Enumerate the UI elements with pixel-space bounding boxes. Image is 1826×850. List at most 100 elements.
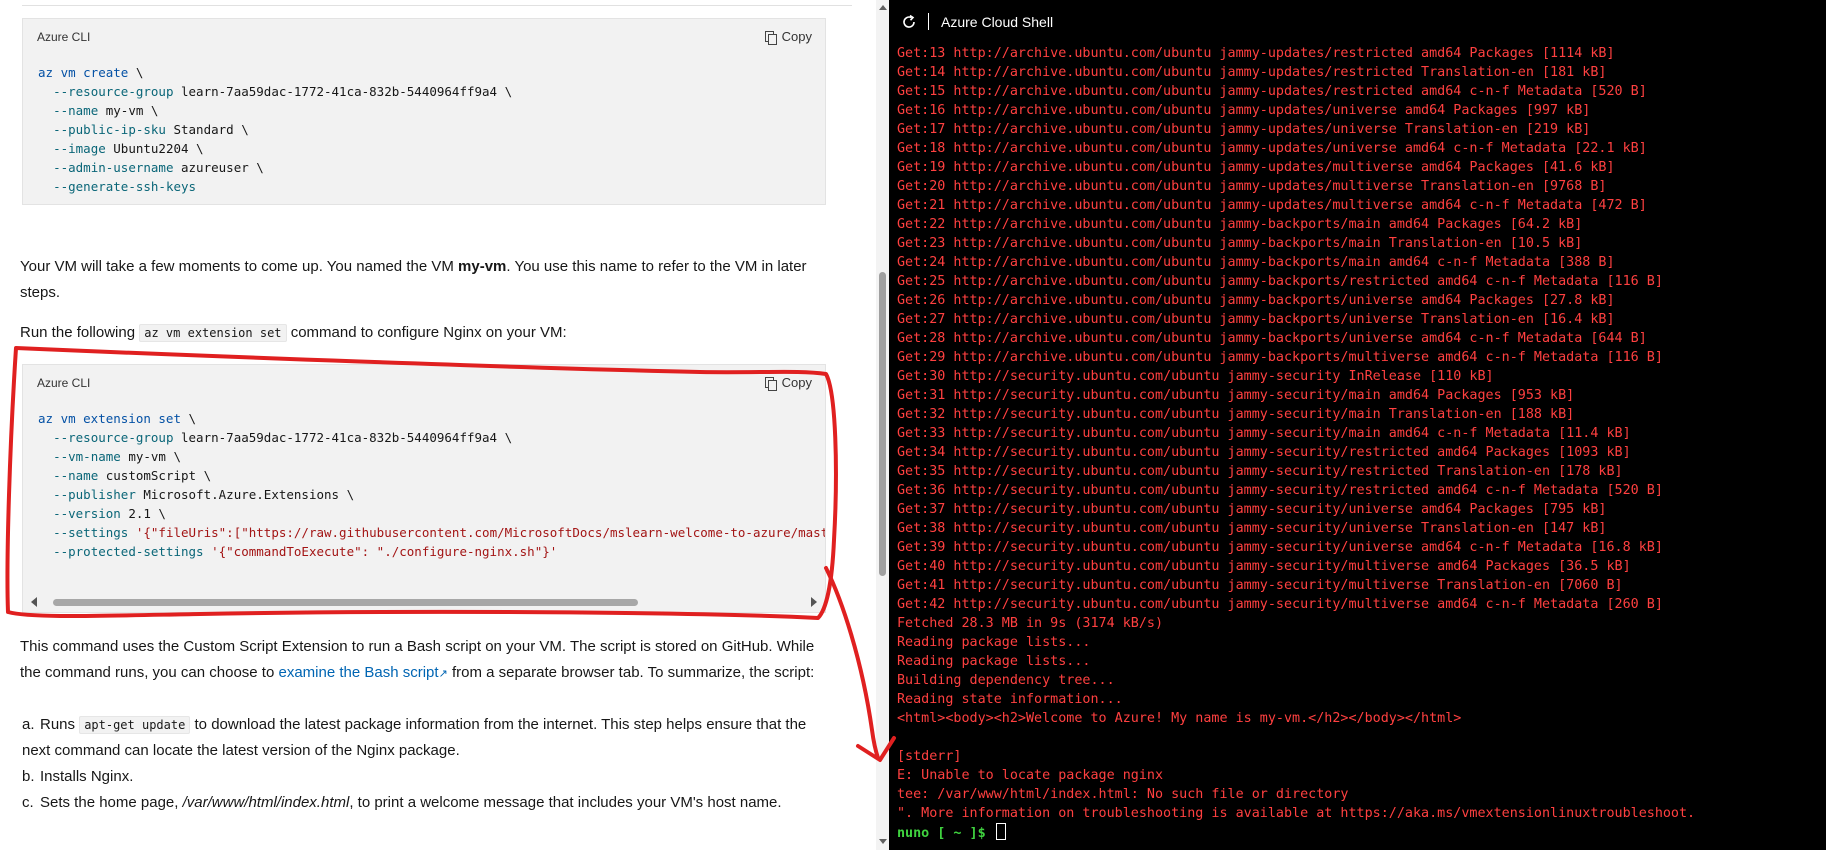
scrollbar-thumb[interactable] (879, 272, 886, 576)
text: Runs (40, 716, 80, 733)
copy-label: Copy (781, 29, 812, 44)
code-block-header: Azure CLI Copy (23, 19, 825, 53)
copy-icon (764, 376, 777, 391)
code-line: --name my-vm \ (53, 103, 159, 118)
list-item: c. Sets the home page, /var/www/html/inde… (22, 790, 832, 816)
code-line: az vm extension set \ (38, 411, 197, 426)
text: Your VM will take a few moments to come … (20, 258, 459, 275)
list-item: a. Runs apt-get update to download the la… (22, 712, 832, 764)
terminal-line: Get:26 http://archive.ubuntu.com/ubuntu … (897, 293, 1615, 308)
scroll-down-icon[interactable] (879, 839, 887, 844)
scroll-up-icon[interactable] (879, 5, 887, 10)
text: Installs Nginx. (40, 768, 134, 785)
text: Run the following (20, 324, 140, 341)
text: , to print a welcome message that includ… (349, 794, 782, 811)
cloud-shell-pane[interactable]: Azure Cloud Shell Get:13 http://archive.… (889, 0, 1826, 850)
terminal-line: Get:22 http://archive.ubuntu.com/ubuntu … (897, 217, 1583, 232)
scroll-left-icon[interactable] (31, 597, 37, 607)
terminal-line: Get:28 http://archive.ubuntu.com/ubuntu … (897, 331, 1647, 346)
vertical-scrollbar[interactable] (876, 0, 889, 850)
divider (22, 5, 852, 6)
terminal-line: Reading package lists... (897, 654, 1091, 669)
scrollbar-thumb[interactable] (53, 599, 638, 606)
terminal-output[interactable]: Get:13 http://archive.ubuntu.com/ubuntu … (897, 44, 1822, 842)
terminal-line: Fetched 28.3 MB in 9s (3174 kB/s) (897, 616, 1164, 631)
restart-icon[interactable] (900, 13, 918, 31)
terminal-line: Get:30 http://security.ubuntu.com/ubuntu… (897, 369, 1494, 384)
copy-button[interactable]: Copy (764, 29, 812, 45)
terminal-line: Get:23 http://archive.ubuntu.com/ubuntu … (897, 236, 1583, 251)
shell-title: Azure Cloud Shell (941, 14, 1054, 30)
terminal-line: Get:15 http://archive.ubuntu.com/ubuntu … (897, 84, 1647, 99)
terminal-line: Get:24 http://archive.ubuntu.com/ubuntu … (897, 255, 1615, 270)
terminal-line: Get:41 http://security.ubuntu.com/ubuntu… (897, 578, 1623, 593)
copy-icon (764, 30, 777, 45)
terminal-line: Get:17 http://archive.ubuntu.com/ubuntu … (897, 122, 1591, 137)
code-line: --public-ip-sku Standard \ (53, 122, 249, 137)
code-block-vm-create: Azure CLI Copy az vm create \ --resource… (22, 18, 826, 205)
paragraph: Your VM will take a few moments to come … (20, 254, 830, 306)
terminal-line: Reading package lists... (897, 635, 1091, 650)
terminal-line: Get:18 http://archive.ubuntu.com/ubuntu … (897, 141, 1647, 156)
docs-pane: Azure CLI Copy az vm create \ --resource… (0, 0, 876, 850)
code-language-label: Azure CLI (37, 30, 91, 44)
copy-label: Copy (781, 375, 812, 390)
terminal-prompt-line[interactable]: nuno [ ~ ]$ (897, 823, 1822, 842)
terminal-line: Get:29 http://archive.ubuntu.com/ubuntu … (897, 350, 1663, 365)
code-language-label: Azure CLI (37, 376, 91, 390)
terminal-line: Get:21 http://archive.ubuntu.com/ubuntu … (897, 198, 1647, 213)
terminal-line: Get:20 http://archive.ubuntu.com/ubuntu … (897, 179, 1607, 194)
code-block-extension-set: Azure CLI Copy az vm extension set \ --r… (22, 364, 826, 613)
terminal-line: Get:42 http://security.ubuntu.com/ubuntu… (897, 597, 1663, 612)
vm-name-bold: my-vm (458, 258, 507, 275)
code-line: --name customScript \ (53, 468, 212, 483)
terminal-line: Get:33 http://security.ubuntu.com/ubuntu… (897, 426, 1631, 441)
text: Sets the home page, (40, 794, 183, 811)
code-line: --vm-name my-vm \ (53, 449, 182, 464)
text: from a separate browser tab. To summariz… (447, 664, 815, 681)
text: command to configure Nginx on your VM: (286, 324, 567, 341)
inline-code: apt-get update (79, 716, 191, 734)
path-italic: /var/www/html/index.html (182, 794, 350, 811)
separator (928, 13, 929, 30)
code-line: --version 2.1 \ (53, 506, 166, 521)
terminal-line: Get:40 http://security.ubuntu.com/ubuntu… (897, 559, 1631, 574)
paragraph: Run the following az vm extension set co… (20, 320, 830, 346)
paragraph: This command uses the Custom Script Exte… (20, 634, 830, 687)
code-line: --settings '{"fileUris":["https://raw.gi… (53, 525, 825, 540)
list-marker: b. (22, 768, 35, 785)
terminal-line: Get:37 http://security.ubuntu.com/ubuntu… (897, 502, 1607, 517)
terminal-line: Get:14 http://archive.ubuntu.com/ubuntu … (897, 65, 1607, 80)
terminal-line: Get:36 http://security.ubuntu.com/ubuntu… (897, 483, 1663, 498)
cloud-shell-header: Azure Cloud Shell (889, 0, 1826, 44)
terminal-line: Get:13 http://archive.ubuntu.com/ubuntu … (897, 46, 1615, 61)
terminal-line: <html><body><h2>Welcome to Azure! My nam… (897, 711, 1462, 726)
code-line: --admin-username azureuser \ (53, 160, 264, 175)
terminal-line: Get:39 http://security.ubuntu.com/ubuntu… (897, 540, 1663, 555)
scroll-right-icon[interactable] (811, 597, 817, 607)
code-line: --resource-group learn-7aa59dac-1772-41c… (53, 430, 513, 445)
code-content[interactable]: az vm create \ --resource-group learn-7a… (23, 53, 825, 196)
horizontal-scrollbar[interactable] (31, 596, 817, 608)
copy-button[interactable]: Copy (764, 375, 812, 391)
shell-prompt: nuno [ ~ ]$ (897, 826, 994, 841)
bash-script-link[interactable]: examine the Bash script (278, 664, 438, 681)
terminal-line: Get:19 http://archive.ubuntu.com/ubuntu … (897, 160, 1615, 175)
list-marker: a. (22, 716, 35, 733)
code-line: --resource-group learn-7aa59dac-1772-41c… (53, 84, 513, 99)
terminal-line: Get:38 http://security.ubuntu.com/ubuntu… (897, 521, 1607, 536)
terminal-cursor[interactable] (995, 823, 1006, 840)
terminal-line: Reading state information... (897, 692, 1123, 707)
inline-code: az vm extension set (139, 324, 287, 342)
code-line: --protected-settings '{"commandToExecute… (53, 544, 558, 559)
external-link-icon: ↗ (438, 668, 448, 680)
terminal-line: E: Unable to locate package nginx (897, 768, 1164, 783)
code-block-header: Azure CLI Copy (23, 365, 825, 399)
code-line: az vm create \ (38, 65, 144, 80)
terminal-line: Get:16 http://archive.ubuntu.com/ubuntu … (897, 103, 1591, 118)
terminal-line: [stderr] (897, 749, 962, 764)
terminal-line: Building dependency tree... (897, 673, 1115, 688)
code-content[interactable]: az vm extension set \ --resource-group l… (23, 399, 825, 561)
code-line: --generate-ssh-keys (53, 179, 197, 194)
